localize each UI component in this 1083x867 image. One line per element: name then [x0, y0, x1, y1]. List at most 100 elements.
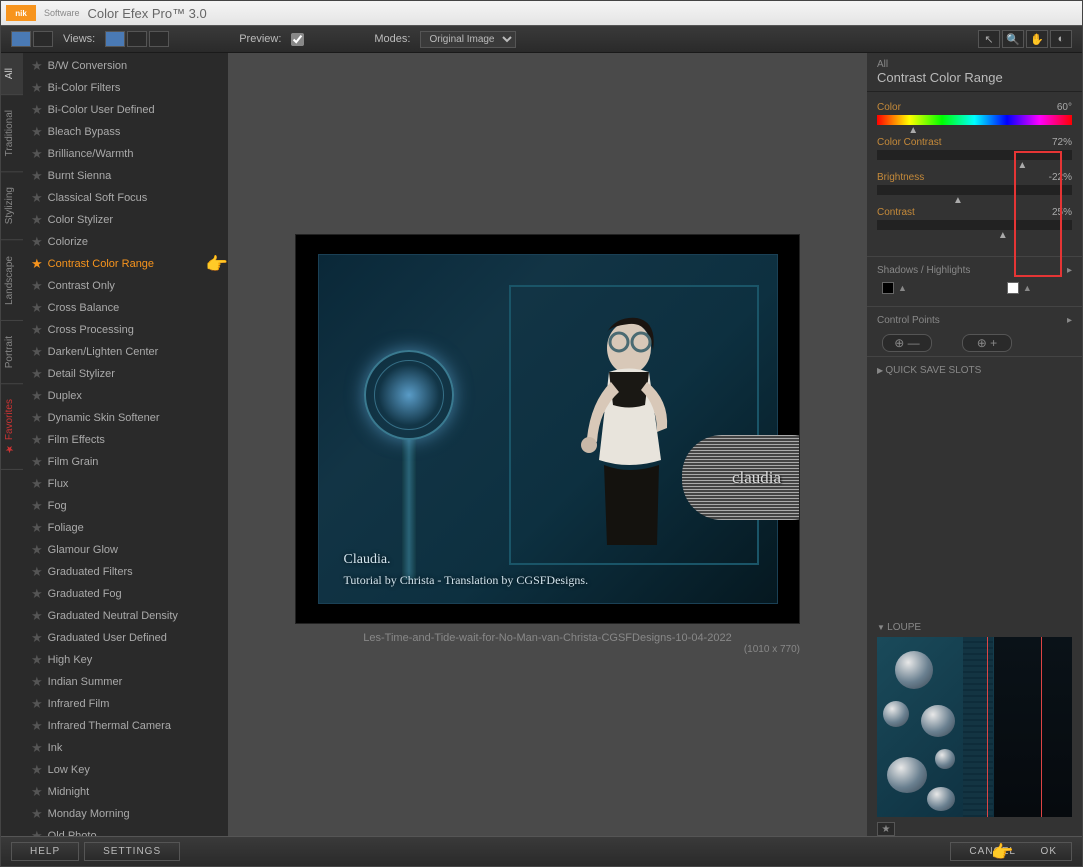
- filter-item[interactable]: ★Ink: [23, 737, 228, 759]
- preview-checkbox[interactable]: [291, 33, 304, 46]
- view-icon-2[interactable]: [33, 31, 53, 47]
- side-tab-stylizing[interactable]: Stylizing: [1, 172, 23, 240]
- filter-item[interactable]: ★Dynamic Skin Softener: [23, 407, 228, 429]
- filter-item[interactable]: ★Cross Balance: [23, 297, 228, 319]
- side-tab-traditional[interactable]: Traditional: [1, 95, 23, 172]
- star-icon[interactable]: ★: [31, 58, 43, 74]
- star-icon[interactable]: ★: [31, 234, 43, 250]
- slider-thumb[interactable]: ▲: [908, 125, 918, 133]
- filter-item[interactable]: ★Infrared Film: [23, 693, 228, 715]
- star-icon[interactable]: ★: [31, 146, 43, 162]
- help-button[interactable]: HELP: [11, 842, 79, 861]
- filter-item[interactable]: ★Film Grain: [23, 451, 228, 473]
- view-split-icon[interactable]: [127, 31, 147, 47]
- star-icon[interactable]: ★: [31, 586, 43, 602]
- filter-item[interactable]: ★Bi-Color Filters: [23, 77, 228, 99]
- star-icon[interactable]: ★: [31, 806, 43, 822]
- slider-thumb[interactable]: ▲: [998, 230, 1008, 238]
- filter-item[interactable]: ★B/W Conversion: [23, 55, 228, 77]
- filter-item[interactable]: ★Graduated Fog: [23, 583, 228, 605]
- control-points-header[interactable]: Control Points▸: [867, 311, 1082, 330]
- filter-item[interactable]: ★Contrast Only: [23, 275, 228, 297]
- side-tab-portrait[interactable]: Portrait: [1, 321, 23, 384]
- view-single-icon[interactable]: [105, 31, 125, 47]
- bg-icon[interactable]: ◐: [1050, 30, 1072, 48]
- loupe-star-button[interactable]: ★: [877, 822, 895, 836]
- filter-item[interactable]: ★Indian Summer: [23, 671, 228, 693]
- filter-item[interactable]: ★Flux: [23, 473, 228, 495]
- star-icon[interactable]: ★: [31, 80, 43, 96]
- filter-item[interactable]: ★High Key: [23, 649, 228, 671]
- star-icon[interactable]: ★: [31, 432, 43, 448]
- star-icon[interactable]: ★: [31, 410, 43, 426]
- star-icon[interactable]: ★: [31, 278, 43, 294]
- view-icon-1[interactable]: [11, 31, 31, 47]
- filter-item[interactable]: ★Graduated Filters: [23, 561, 228, 583]
- slider-thumb[interactable]: ▲: [953, 195, 963, 203]
- star-icon[interactable]: ★: [31, 322, 43, 338]
- filter-item[interactable]: ★Foliage: [23, 517, 228, 539]
- star-icon[interactable]: ★: [31, 828, 43, 836]
- star-icon[interactable]: ★: [31, 212, 43, 228]
- star-icon[interactable]: ★: [31, 300, 43, 316]
- filter-item[interactable]: ★Graduated User Defined: [23, 627, 228, 649]
- filter-item[interactable]: ★Graduated Neutral Density: [23, 605, 228, 627]
- loupe-header[interactable]: LOUPE: [867, 618, 1082, 637]
- star-icon[interactable]: ★: [31, 498, 43, 514]
- filter-item[interactable]: ★Fog: [23, 495, 228, 517]
- filter-item[interactable]: ★Burnt Sienna: [23, 165, 228, 187]
- filter-item[interactable]: ★Midnight: [23, 781, 228, 803]
- star-icon[interactable]: ★: [31, 366, 43, 382]
- zoom-icon[interactable]: 🔍: [1002, 30, 1024, 48]
- filter-item[interactable]: ★Darken/Lighten Center: [23, 341, 228, 363]
- star-icon[interactable]: ★: [31, 762, 43, 778]
- star-icon[interactable]: ★: [31, 168, 43, 184]
- loupe-image[interactable]: [877, 637, 1072, 817]
- quicksave-header[interactable]: QUICK SAVE SLOTS: [867, 356, 1082, 384]
- star-icon[interactable]: ★: [31, 718, 43, 734]
- settings-button[interactable]: SETTINGS: [84, 842, 180, 861]
- cp-add-button[interactable]: ⊕ —: [882, 334, 932, 352]
- filter-item[interactable]: ★Contrast Color Range👉: [23, 253, 228, 275]
- filter-item[interactable]: ★Colorize: [23, 231, 228, 253]
- filter-item[interactable]: ★Monday Morning: [23, 803, 228, 825]
- star-icon[interactable]: ★: [31, 542, 43, 558]
- filter-item[interactable]: ★Infrared Thermal Camera: [23, 715, 228, 737]
- star-icon[interactable]: ★: [31, 608, 43, 624]
- arrow-icon[interactable]: ↖: [978, 30, 1000, 48]
- filter-item[interactable]: ★Classical Soft Focus: [23, 187, 228, 209]
- star-icon[interactable]: ★: [31, 696, 43, 712]
- cancel-button[interactable]: CANCEL 👉 OK: [950, 842, 1072, 861]
- star-icon[interactable]: ★: [31, 564, 43, 580]
- modes-select[interactable]: Original Image: [420, 31, 516, 48]
- highlights-ctrl[interactable]: ▲: [1007, 282, 1032, 294]
- filter-item[interactable]: ★Bleach Bypass: [23, 121, 228, 143]
- filter-item[interactable]: ★Glamour Glow: [23, 539, 228, 561]
- star-icon[interactable]: ★: [31, 388, 43, 404]
- filter-item[interactable]: ★Film Effects: [23, 429, 228, 451]
- star-icon[interactable]: ★: [31, 344, 43, 360]
- cp-add2-button[interactable]: ⊕ +: [962, 334, 1012, 352]
- star-icon[interactable]: ★: [31, 652, 43, 668]
- filter-item[interactable]: ★Brilliance/Warmth: [23, 143, 228, 165]
- slider-thumb[interactable]: ▲: [1017, 160, 1027, 168]
- slider-track[interactable]: ▲: [877, 220, 1072, 230]
- star-icon[interactable]: ★: [31, 520, 43, 536]
- star-icon[interactable]: ★: [31, 674, 43, 690]
- star-icon[interactable]: ★: [31, 630, 43, 646]
- filter-item[interactable]: ★Cross Processing: [23, 319, 228, 341]
- star-icon[interactable]: ★: [31, 256, 43, 272]
- filter-item[interactable]: ★Duplex: [23, 385, 228, 407]
- star-icon[interactable]: ★: [31, 454, 43, 470]
- view-side-icon[interactable]: [149, 31, 169, 47]
- filter-item[interactable]: ★Color Stylizer: [23, 209, 228, 231]
- slider-track[interactable]: ▲: [877, 185, 1072, 195]
- star-icon[interactable]: ★: [31, 476, 43, 492]
- star-icon[interactable]: ★: [31, 190, 43, 206]
- pan-icon[interactable]: ✋: [1026, 30, 1048, 48]
- filter-item[interactable]: ★Low Key: [23, 759, 228, 781]
- star-icon[interactable]: ★: [31, 784, 43, 800]
- star-icon[interactable]: ★: [31, 102, 43, 118]
- filter-item[interactable]: ★Old Photo: [23, 825, 228, 836]
- filter-list[interactable]: ★B/W Conversion★Bi-Color Filters★Bi-Colo…: [23, 53, 228, 836]
